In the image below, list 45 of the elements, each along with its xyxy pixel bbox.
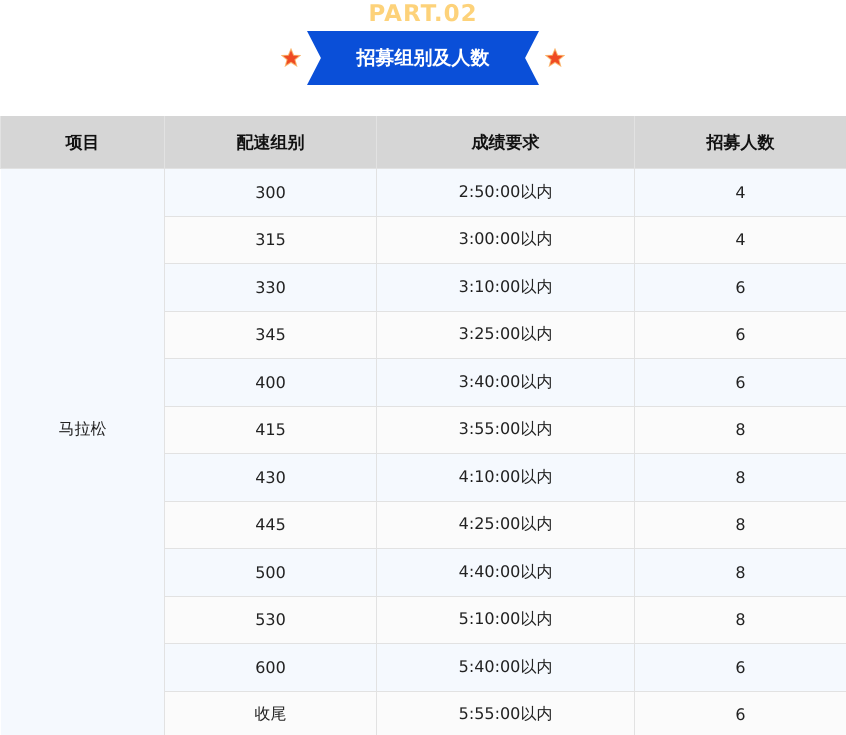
table-cell: 8 [634,596,846,644]
table-cell: 收尾 [164,691,376,735]
table-cell: 8 [634,501,846,548]
section-title: 招募组别及人数 [307,31,539,85]
column-header: 招募人数 [634,116,846,168]
table-cell: 415 [164,406,376,454]
table-cell: 4:40:00以内 [376,548,634,596]
table-cell: 4:25:00以内 [376,501,634,548]
table-cell: 400 [164,358,376,406]
column-header: 成绩要求 [376,116,634,168]
table-cell: 6 [634,264,846,311]
table-cell: 4 [634,168,846,216]
table-cell: 4 [634,216,846,264]
table-cell: 6 [634,311,846,358]
table-cell: 2:50:00以内 [376,168,634,216]
column-header: 项目 [0,116,164,168]
table-cell: 430 [164,454,376,501]
table-cell: 445 [164,501,376,548]
table-cell: 345 [164,311,376,358]
star-icon [545,48,565,68]
table-cell: 5:10:00以内 [376,596,634,644]
table-cell: 3:40:00以内 [376,358,634,406]
table-cell: 6 [634,358,846,406]
table-cell: 530 [164,596,376,644]
table-cell: 300 [164,168,376,216]
table-cell: 3:25:00以内 [376,311,634,358]
table-cell: 500 [164,548,376,596]
table-cell: 315 [164,216,376,264]
table-cell: 马拉松 [0,406,164,454]
table-cell: 8 [634,454,846,501]
part-label: PART.02 [368,0,478,27]
table-cell: 4:10:00以内 [376,454,634,501]
table-cell: 600 [164,644,376,691]
column-header: 配速组别 [164,116,376,168]
star-icon [281,48,301,68]
table-cell: 6 [634,691,846,735]
table-cell: 3:00:00以内 [376,216,634,264]
table-cell: 3:10:00以内 [376,264,634,311]
table-cell: 8 [634,406,846,454]
table-cell: 8 [634,548,846,596]
table-cell: 5:40:00以内 [376,644,634,691]
table-cell: 3:55:00以内 [376,406,634,454]
table-cell: 5:55:00以内 [376,691,634,735]
table-cell: 330 [164,264,376,311]
table-cell: 6 [634,644,846,691]
